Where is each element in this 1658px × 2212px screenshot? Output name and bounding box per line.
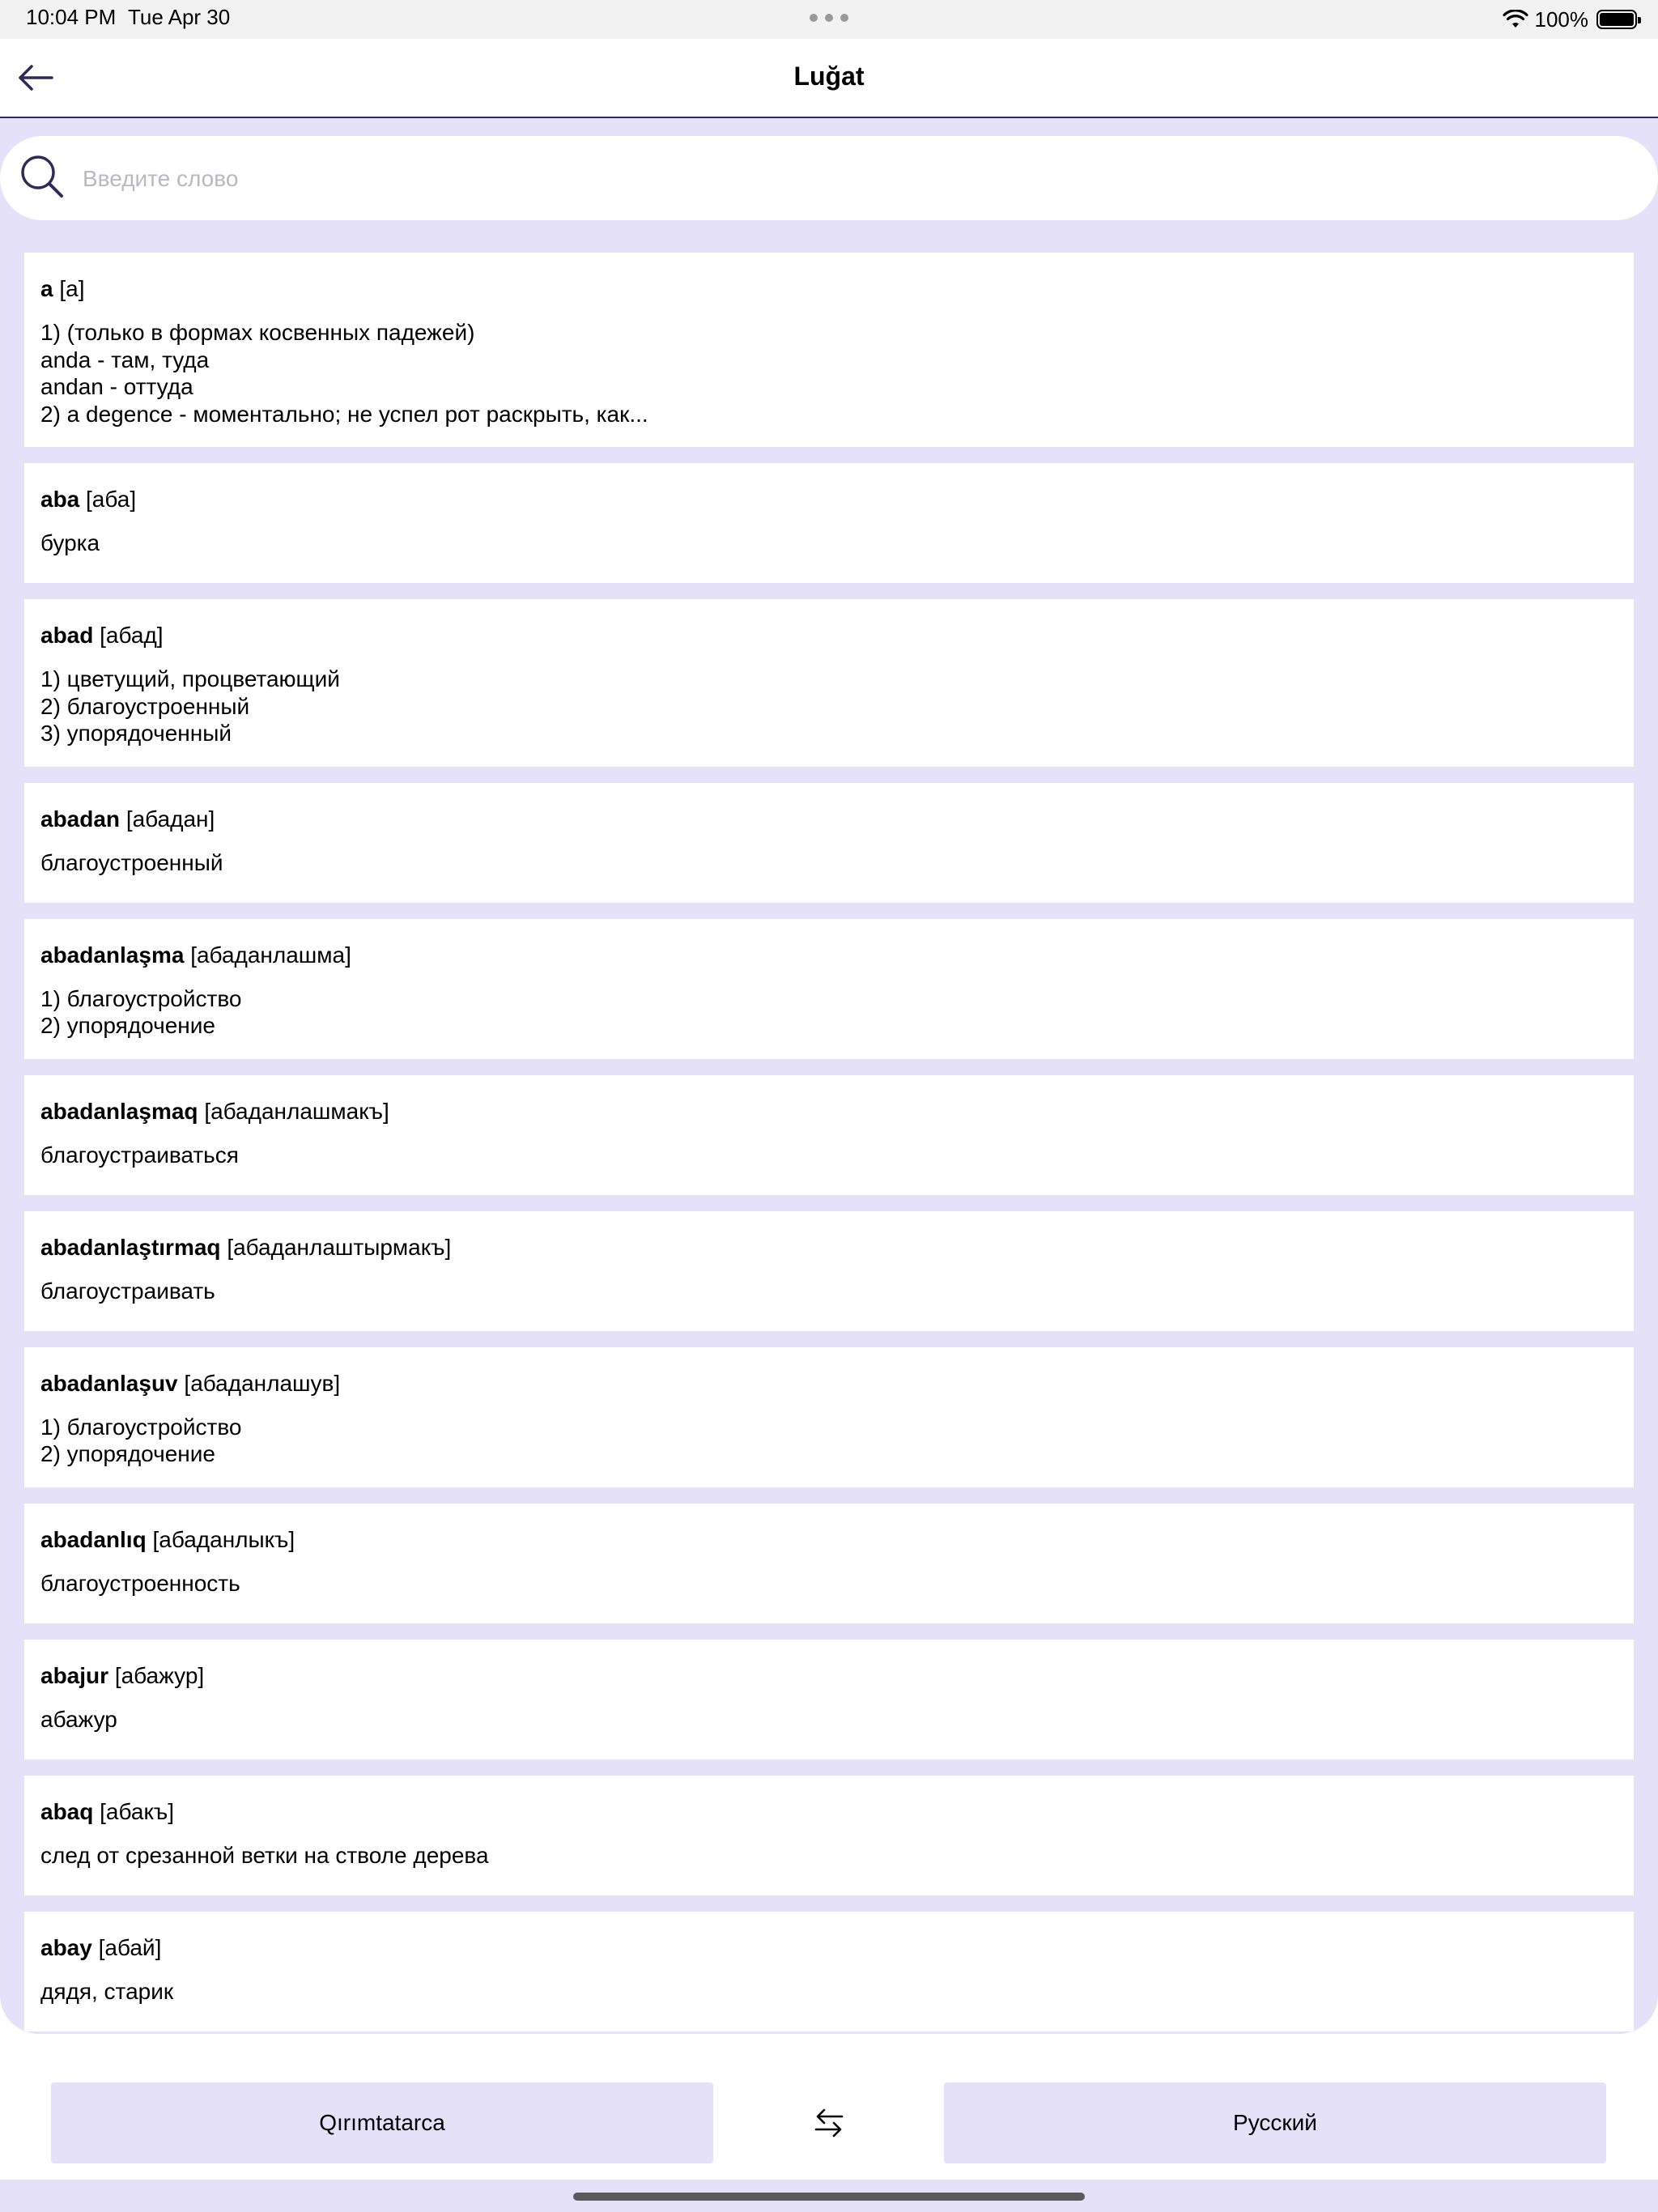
entry-translation: благоустроенность [40, 1570, 240, 1596]
entry-headword-line: abadan [абадан] [40, 806, 1618, 833]
entry-transliteration: [абажур] [114, 1662, 205, 1688]
entry-headword-line: aba [аба] [40, 486, 1618, 513]
entry-translation: дядя, старик [40, 1978, 174, 2004]
entry-transliteration: [абаданлашув] [184, 1370, 341, 1396]
entry-card[interactable]: abadanlaştırmaq [абаданлаштырмакъ] благоу… [24, 1210, 1634, 1331]
entry-translation: 1) благоустройство 2) упорядочение [40, 985, 242, 1039]
entry-card[interactable]: abadanlaşmaq [абаданлашмакъ] благоустраив… [24, 1074, 1634, 1195]
search-input[interactable] [81, 155, 1622, 202]
language-bar: Qırımtatarca Русский [0, 2034, 1658, 2180]
entry-word: abaq [40, 1798, 94, 1824]
entry-headword-line: abajur [абажур] [40, 1662, 1618, 1690]
page-title: Luğat [793, 62, 865, 91]
status-time: 10:04 PM [26, 5, 117, 29]
entry-word: a [40, 276, 53, 301]
entry-translation: след от срезанной ветки на стволе дерева [40, 1842, 489, 1868]
entry-translation: благоустраиваться [40, 1142, 239, 1168]
target-language-button[interactable]: Русский [944, 2082, 1606, 2163]
entry-transliteration: [абаданлашма] [190, 942, 351, 968]
entry-word: abajur [40, 1662, 109, 1688]
entry-translation: благоустроенный [40, 849, 223, 875]
entry-translation: 1) цветущий, процветающий 2) благоустрое… [40, 666, 340, 746]
entry-headword-line: abadanlaşma [абаданлашма] [40, 942, 1618, 969]
battery-percentage: 100% [1534, 6, 1589, 32]
entry-translation: бурка [40, 530, 100, 555]
entry-word: abadanlaşuv [40, 1370, 178, 1396]
entry-headword-line: abadanlaştırmaq [абаданлаштырмакъ] [40, 1234, 1618, 1261]
app-screen: 10:04 PM Tue Apr 30 100% Luğat Введите с… [0, 0, 1658, 2212]
entry-transliteration: [а] [59, 276, 85, 301]
dictionary-content: a [а] 1) (только в формах косвенных падеж… [0, 118, 1658, 2034]
entry-card[interactable]: abajur [абажур] абажур [24, 1639, 1634, 1759]
entry-card[interactable]: abay [абай] дядя, старик [24, 1911, 1634, 2031]
search-bar[interactable] [0, 136, 1658, 220]
entry-word: aba [40, 487, 80, 512]
navigation-bar: Luğat [0, 39, 1658, 118]
entry-card[interactable]: abaq [абакъ] след от срезанной ветки на с… [24, 1775, 1634, 1895]
word-list[interactable]: a [а] 1) (только в формах косвенных падеж… [24, 253, 1634, 2034]
entry-transliteration: [абаданлыкъ] [152, 1526, 295, 1552]
entry-headword-line: abad [абад] [40, 622, 1618, 649]
entry-headword-line: abadanlaşmaq [абаданлашмакъ] [40, 1098, 1618, 1125]
entry-headword-line: abay [абай] [40, 1934, 1618, 1962]
entry-headword-line: abadanlıq [абаданлыкъ] [40, 1526, 1618, 1554]
entry-card[interactable]: abadan [абадан] благоустроенный [24, 782, 1634, 903]
swap-arrows-icon[interactable] [806, 2102, 852, 2144]
entry-transliteration: [абаданлашмакъ] [204, 1098, 389, 1124]
entry-word: abadanlaştırmaq [40, 1234, 221, 1260]
entry-transliteration: [абай] [98, 1934, 162, 1960]
entry-headword-line: a [а] [40, 275, 1618, 303]
entry-transliteration: [аба] [86, 487, 137, 512]
entry-card[interactable]: abadanlaşuv [абаданлашув] 1) благоустройс… [24, 1346, 1634, 1487]
entry-translation: благоустраивать [40, 1278, 215, 1304]
status-date: Tue Apr 30 [128, 5, 231, 29]
entry-card[interactable]: abadanlaşma [абаданлашма] 1) благоустройс… [24, 918, 1634, 1059]
entry-headword-line: abadanlaşuv [абаданлашув] [40, 1370, 1618, 1397]
entry-transliteration: [абад] [100, 623, 164, 648]
entry-card[interactable]: abadanlıq [абаданлыкъ] благоустроенность [24, 1503, 1634, 1623]
entry-transliteration: [абаданлаштырмакъ] [227, 1234, 452, 1260]
status-right-group: 100% [1502, 6, 1641, 32]
entry-word: abadanlıq [40, 1526, 147, 1552]
status-bar: 10:04 PM Tue Apr 30 100% [0, 0, 1658, 39]
entry-transliteration: [абакъ] [100, 1798, 174, 1824]
wifi-icon [1502, 10, 1528, 28]
entry-translation: 1) (только в формах косвенных падежей) a… [40, 320, 648, 427]
battery-icon [1596, 10, 1641, 29]
entry-headword-line: abaq [абакъ] [40, 1798, 1618, 1826]
home-indicator[interactable] [573, 2193, 1085, 2201]
multitasking-dots-icon[interactable] [810, 14, 848, 23]
entry-card[interactable]: a [а] 1) (только в формах косвенных падеж… [24, 253, 1634, 447]
entry-transliteration: [абадан] [125, 806, 215, 832]
entry-word: abad [40, 623, 94, 648]
entry-word: abadan [40, 806, 121, 832]
entry-word: abadanlaşma [40, 942, 185, 968]
entry-word: abadanlaşmaq [40, 1098, 198, 1124]
source-language-button[interactable]: Qırımtatarca [51, 2082, 713, 2163]
entry-word: abay [40, 1934, 92, 1960]
search-icon [21, 155, 63, 198]
entry-card[interactable]: aba [аба] бурка [24, 463, 1634, 583]
entry-card[interactable]: abad [абад] 1) цветущий, процветающий 2) … [24, 599, 1634, 767]
entry-translation: 1) благоустройство 2) упорядочение [40, 1414, 242, 1467]
entry-translation: абажур [40, 1706, 117, 1732]
